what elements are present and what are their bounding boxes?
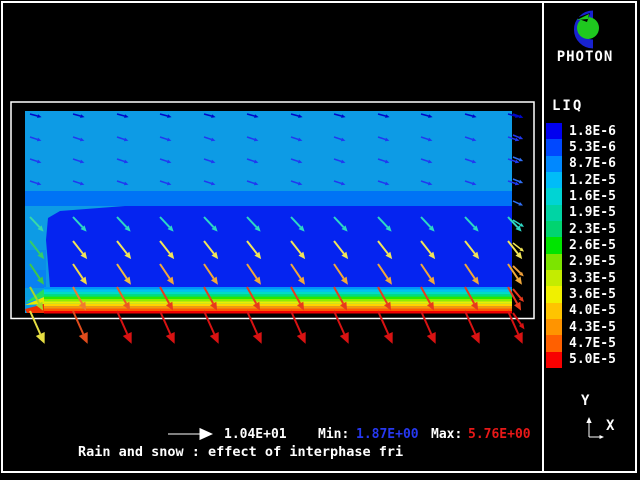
legend-color-swatch [546,303,562,319]
legend-entry: 2.3E-5 [546,221,616,237]
legend-color-swatch [546,270,562,286]
legend-color-swatch [546,254,562,270]
legend-color-swatch [546,172,562,188]
legend-entry: 1.9E-5 [546,205,616,221]
plot-caption: Rain and snow : effect of interphase fri [78,445,403,460]
legend-entry: 3.3E-5 [546,270,616,286]
y-axis-label: Y [581,394,589,409]
legend-entry: 1.8E-6 [546,123,616,139]
legend-color-swatch [546,286,562,302]
x-axis-label: X [606,419,614,434]
legend-color-swatch [546,319,562,335]
legend-entry: 4.7E-5 [546,335,616,351]
photon-logo-label: PHOTON [548,49,622,65]
legend-value-label: 5.0E-5 [569,352,616,367]
legend-color-swatch [546,335,562,351]
legend-color-swatch [546,237,562,253]
legend-value-label: 3.6E-5 [569,287,616,302]
legend-entry: 2.6E-5 [546,237,616,253]
legend-value-label: 4.3E-5 [569,320,616,335]
legend-color-swatch [546,123,562,139]
legend-value-label: 3.3E-5 [569,271,616,286]
legend-entry: 5.0E-5 [546,352,616,368]
photon-window: PHOTON LIQ 1.8E-65.3E-68.7E-6 1.2E-51.6E-… [0,0,640,480]
vector-scale-value: 1.04E+01 [224,427,287,442]
legend-value-label: 2.9E-5 [569,254,616,269]
legend-value-label: 8.7E-6 [569,156,616,171]
legend-color-swatch [546,156,562,172]
legend-value-label: 4.7E-5 [569,336,616,351]
legend-entry: 3.6E-5 [546,286,616,302]
legend-value-label: 2.6E-5 [569,238,616,253]
panel-divider [542,2,544,471]
legend-value-label: 4.0E-5 [569,303,616,318]
min-value: 1.87E+00 [356,427,419,442]
legend-entry: 1.2E-5 [546,172,616,188]
legend-color-swatch [546,139,562,155]
legend-value-label: 1.9E-5 [569,205,616,220]
legend-value-label: 2.3E-5 [569,222,616,237]
legend-entry: 4.3E-5 [546,319,616,335]
contour-vector-plot [0,0,640,480]
legend-entry: 5.3E-6 [546,139,616,155]
photon-logo-icon [563,8,607,50]
max-value: 5.76E+00 [468,427,531,442]
legend-entry: 8.7E-6 [546,156,616,172]
legend-color-swatch [546,352,562,368]
legend-value-label: 1.6E-5 [569,189,616,204]
legend-color-swatch [546,188,562,204]
legend-value-label: 1.2E-5 [569,173,616,188]
legend-color-swatch [546,205,562,221]
legend-value-label: 1.8E-6 [569,124,616,139]
legend-title: LIQ [552,98,583,114]
legend-color-swatch [546,221,562,237]
max-label: Max: [431,427,462,442]
legend-entry: 4.0E-5 [546,303,616,319]
legend-entry: 1.6E-5 [546,188,616,204]
legend-value-label: 5.3E-6 [569,140,616,155]
legend-entry: 2.9E-5 [546,254,616,270]
min-label: Min: [318,427,349,442]
logo-ball [577,17,599,39]
legend-scale: 1.8E-65.3E-68.7E-6 1.2E-51.6E-51.9E-5 2.3E… [546,123,616,368]
